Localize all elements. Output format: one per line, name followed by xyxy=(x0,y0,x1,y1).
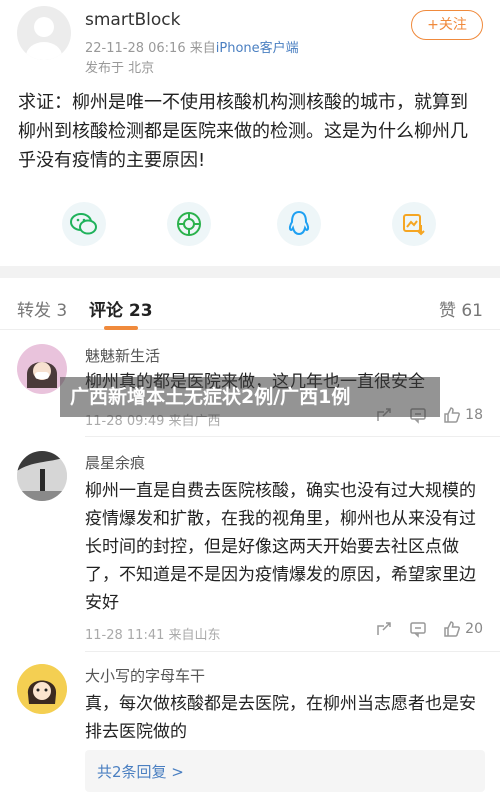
watermark-overlay: 广西新增本土无症状2例/广西1例 xyxy=(60,377,440,417)
comment-actions: 20 xyxy=(359,620,483,638)
post-timestamp: 22-11-28 06:16 xyxy=(85,41,186,56)
comment-separator xyxy=(85,436,500,437)
commenter-name[interactable]: 晨星余痕 xyxy=(85,452,145,473)
tab-like[interactable]: 赞 61 xyxy=(439,296,483,321)
like-comment-button[interactable]: 20 xyxy=(443,620,483,638)
commenter-name[interactable]: 魅魅新生活 xyxy=(85,345,160,366)
post-header: smartBlock 22-11-28 06:16 来自iPhone客户端 发布… xyxy=(0,0,500,82)
tab-repost[interactable]: 转发 3 xyxy=(17,296,67,321)
thumbs-up-icon xyxy=(444,621,461,637)
post-text: 求证：柳州是唯一不使用核酸机构测核酸的城市，就算到柳州到核酸检测都是医院来做的检… xyxy=(18,92,468,171)
reply-comment-button[interactable] xyxy=(409,620,427,638)
post-location: 发布于 北京 xyxy=(85,61,155,76)
reply-icon xyxy=(410,622,426,638)
post-source-prefix: 来自 xyxy=(189,41,216,56)
follow-button[interactable]: +关注 xyxy=(411,10,483,40)
wechat-icon[interactable] xyxy=(62,202,106,246)
commenter-avatar[interactable] xyxy=(17,451,67,501)
moments-icon[interactable] xyxy=(167,202,211,246)
thumbs-up-icon xyxy=(444,407,461,423)
section-divider xyxy=(0,266,500,278)
like-count: 18 xyxy=(465,407,483,423)
like-count: 20 xyxy=(465,621,483,637)
tab-comment[interactable]: 评论 23 xyxy=(89,296,153,321)
save-image-icon[interactable] xyxy=(392,202,436,246)
qq-icon[interactable] xyxy=(277,202,321,246)
comment-text: 真，每次做核酸都是去医院，在柳州当志愿者也是安排去医院做的 xyxy=(85,694,476,742)
comment-text: 柳州一直是自费去医院核酸，确实也没有过大规模的疫情爆发和扩散，在我的视角里，柳州… xyxy=(85,481,476,613)
commenter-name[interactable]: 大小写的字母车干 xyxy=(85,665,205,686)
post-timestamp-source: 22-11-28 06:16 来自iPhone客户端 xyxy=(85,37,299,56)
active-tab-indicator xyxy=(104,326,138,330)
view-replies-link[interactable]: 共2条回复 > xyxy=(97,761,184,782)
share-comment-button[interactable] xyxy=(375,620,393,638)
commenter-avatar[interactable] xyxy=(17,664,67,714)
comment-meta: 11-28 11:41 来自山东 xyxy=(85,628,221,643)
author-name[interactable]: smartBlock xyxy=(85,10,180,30)
comment-separator xyxy=(85,651,500,652)
post-device-link[interactable]: iPhone客户端 xyxy=(216,41,299,56)
share-row xyxy=(0,198,500,254)
author-avatar[interactable] xyxy=(17,6,71,60)
share-icon xyxy=(377,622,391,635)
comment-item: 晨星余痕 柳州一直是自费去医院核酸，确实也没有过大规模的疫情爆发和扩散，在我的视… xyxy=(0,447,500,652)
tab-bar: 转发 3 评论 23 赞 61 xyxy=(0,286,500,330)
replies-box[interactable]: 共2条回复 > xyxy=(85,750,485,792)
like-comment-button[interactable]: 18 xyxy=(443,406,483,424)
